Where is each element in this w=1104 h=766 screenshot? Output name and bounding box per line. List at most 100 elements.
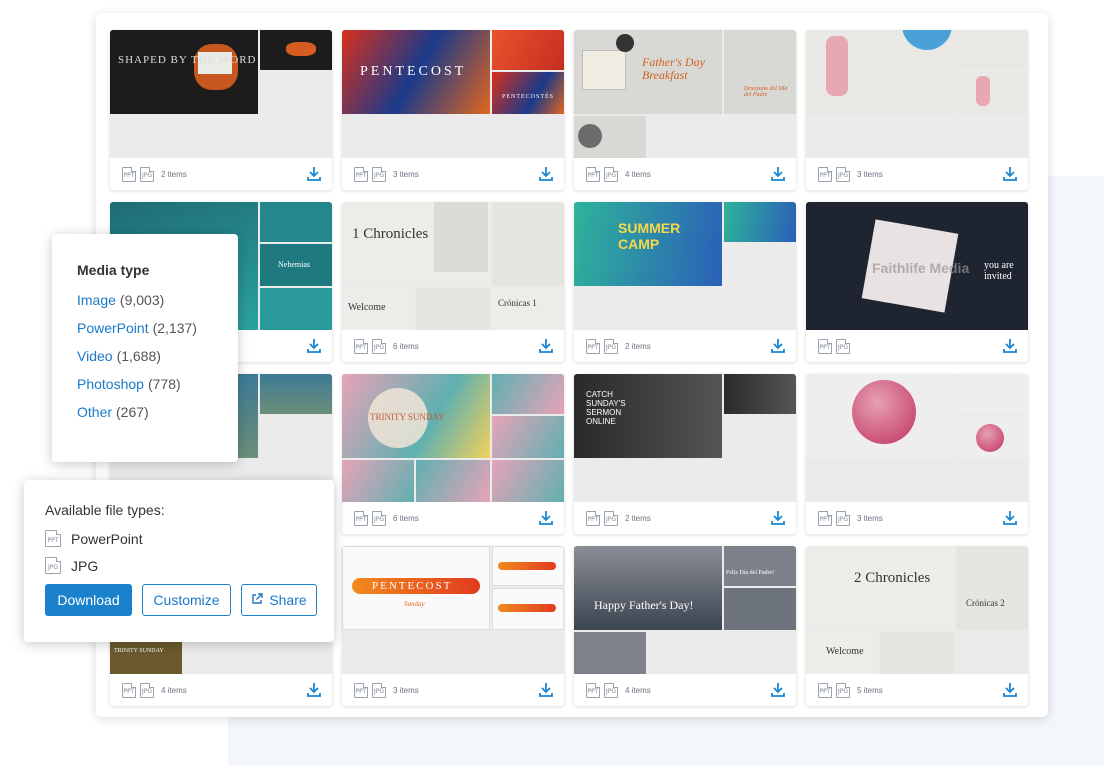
card-thumbnail[interactable]: [806, 374, 1028, 502]
card-thumbnail[interactable]: PENTECOST PENTECOSTÉS: [342, 30, 564, 158]
jpg-file-icon: JPG: [836, 338, 850, 354]
customize-button[interactable]: Customize: [142, 584, 231, 616]
media-card[interactable]: PPT JPG 3 items: [806, 30, 1028, 190]
filter-option-powerpoint[interactable]: PowerPoint (2,137): [77, 320, 238, 336]
ppt-file-icon: PPT: [818, 338, 832, 354]
item-count: 2 items: [625, 341, 651, 351]
jpg-file-icon: JPG: [140, 166, 154, 182]
item-count: 3 items: [393, 169, 419, 179]
media-card[interactable]: TRINITY SUNDAY PPT JPG 6 items: [342, 374, 564, 534]
item-count: 3 items: [857, 169, 883, 179]
card-thumbnail[interactable]: Father's Day Breakfast Desayuno del Día …: [574, 30, 796, 158]
download-icon[interactable]: [770, 682, 786, 698]
card-title: 1 Chronicles: [352, 226, 429, 242]
filter-option-video[interactable]: Video (1,688): [77, 348, 238, 364]
download-icon[interactable]: [770, 510, 786, 526]
filter-option-photoshop[interactable]: Photoshop (778): [77, 376, 238, 392]
item-count: 6 items: [393, 513, 419, 523]
card-subtitle: Nehemias: [278, 260, 310, 269]
download-button[interactable]: Download: [45, 584, 132, 616]
card-footer: PPT JPG 4 items: [110, 674, 332, 706]
download-icon[interactable]: [1002, 682, 1018, 698]
card-footer: PPT JPG 2 items: [574, 502, 796, 534]
card-footer: PPT JPG 4 items: [574, 158, 796, 190]
file-type-row: PPT PowerPoint: [45, 530, 334, 547]
card-thumbnail[interactable]: PENTECOST Sunday: [342, 546, 564, 674]
download-icon[interactable]: [1002, 338, 1018, 354]
card-footer: PPT JPG 3 items: [342, 158, 564, 190]
ppt-file-icon: PPT: [586, 510, 600, 526]
filter-title: Media type: [77, 262, 150, 278]
media-card[interactable]: PENTECOST Sunday PPT JPG 3 items: [342, 546, 564, 706]
card-sub-label: Welcome: [826, 646, 864, 657]
media-card[interactable]: PPT JPG 3 items: [806, 374, 1028, 534]
jpg-file-icon: JPG: [372, 166, 386, 182]
external-link-icon: [251, 592, 264, 608]
download-icon[interactable]: [1002, 510, 1018, 526]
file-types-popup: Available file types: PPT PowerPoint JPG…: [24, 480, 334, 642]
download-icon[interactable]: [1002, 166, 1018, 182]
card-footer: PPT JPG 6 items: [342, 330, 564, 362]
card-subtitle: Crónicas 1: [498, 298, 537, 308]
file-type-label: JPG: [71, 557, 99, 574]
jpg-file-icon: JPG: [372, 510, 386, 526]
card-footer: PPT JPG 2 items: [574, 330, 796, 362]
card-footer: PPT JPG 4 items: [574, 674, 796, 706]
card-thumbnail[interactable]: SHAPED BY THE WORD: [110, 30, 332, 158]
download-icon[interactable]: [770, 338, 786, 354]
media-card[interactable]: SUMMER CAMP PPT JPG 2 items: [574, 202, 796, 362]
card-footer: PPT JPG 3 items: [342, 674, 564, 706]
share-button[interactable]: Share: [241, 584, 317, 616]
card-subtitle: Desayuno del Día del Padre: [744, 86, 788, 98]
card-thumbnail[interactable]: Faithlife Media you are invited: [806, 202, 1028, 330]
ppt-file-icon: PPT: [354, 510, 368, 526]
filter-option-other[interactable]: Other (267): [77, 404, 238, 420]
card-thumbnail[interactable]: [806, 30, 1028, 158]
download-icon[interactable]: [306, 338, 322, 354]
card-title: PENTECOST: [360, 64, 467, 79]
card-title: SHAPED BY THE WORD: [118, 54, 257, 66]
download-icon[interactable]: [538, 510, 554, 526]
card-subtitle: you are invited: [984, 260, 1014, 282]
card-title: 2 Chronicles: [854, 570, 931, 586]
download-icon[interactable]: [306, 166, 322, 182]
jpg-file-icon: JPG: [372, 338, 386, 354]
media-card[interactable]: 2 Chronicles Crónicas 2 Welcome PPT JPG …: [806, 546, 1028, 706]
jpg-file-icon: JPG: [604, 338, 618, 354]
media-card[interactable]: Happy Father's Day! Feliz Día del Padre!…: [574, 546, 796, 706]
card-thumbnail[interactable]: 2 Chronicles Crónicas 2 Welcome: [806, 546, 1028, 674]
jpg-file-icon: JPG: [604, 510, 618, 526]
share-label: Share: [269, 592, 307, 608]
jpg-file-icon: JPG: [372, 682, 386, 698]
media-card[interactable]: SHAPED BY THE WORD PPT JPG 2 items: [110, 30, 332, 190]
download-icon[interactable]: [538, 166, 554, 182]
ppt-file-icon: PPT: [818, 510, 832, 526]
ppt-file-icon: PPT: [818, 166, 832, 182]
item-count: 4 items: [625, 169, 651, 179]
card-thumbnail[interactable]: Happy Father's Day! Feliz Día del Padre!: [574, 546, 796, 674]
card-title: TRINITY SUNDAY: [114, 648, 164, 654]
card-thumbnail[interactable]: CATCH SUNDAY'S SERMON ONLINE: [574, 374, 796, 502]
media-card[interactable]: Faithlife Media you are invited PPT JPG: [806, 202, 1028, 362]
media-card[interactable]: CATCH SUNDAY'S SERMON ONLINE PPT JPG 2 i…: [574, 374, 796, 534]
jpg-file-icon: JPG: [45, 557, 61, 574]
download-icon[interactable]: [770, 166, 786, 182]
ppt-file-icon: PPT: [818, 682, 832, 698]
filter-option-image[interactable]: Image (9,003): [77, 292, 238, 308]
card-thumbnail[interactable]: SUMMER CAMP: [574, 202, 796, 330]
media-card[interactable]: Father's Day Breakfast Desayuno del Día …: [574, 30, 796, 190]
card-thumbnail[interactable]: TRINITY SUNDAY: [342, 374, 564, 502]
item-count: 4 items: [625, 685, 651, 695]
media-card[interactable]: 1 Chronicles Welcome Crónicas 1 PPT JPG …: [342, 202, 564, 362]
item-count: 5 items: [857, 685, 883, 695]
jpg-file-icon: JPG: [836, 682, 850, 698]
download-icon[interactable]: [538, 682, 554, 698]
card-subtitle: Feliz Día del Padre!: [726, 570, 775, 576]
ppt-file-icon: PPT: [354, 338, 368, 354]
download-icon[interactable]: [538, 338, 554, 354]
download-icon[interactable]: [306, 682, 322, 698]
media-card[interactable]: PENTECOST PENTECOSTÉS PPT JPG 3 items: [342, 30, 564, 190]
card-title: CATCH SUNDAY'S SERMON ONLINE: [586, 390, 626, 426]
card-thumbnail[interactable]: 1 Chronicles Welcome Crónicas 1: [342, 202, 564, 330]
item-count: 3 items: [393, 685, 419, 695]
